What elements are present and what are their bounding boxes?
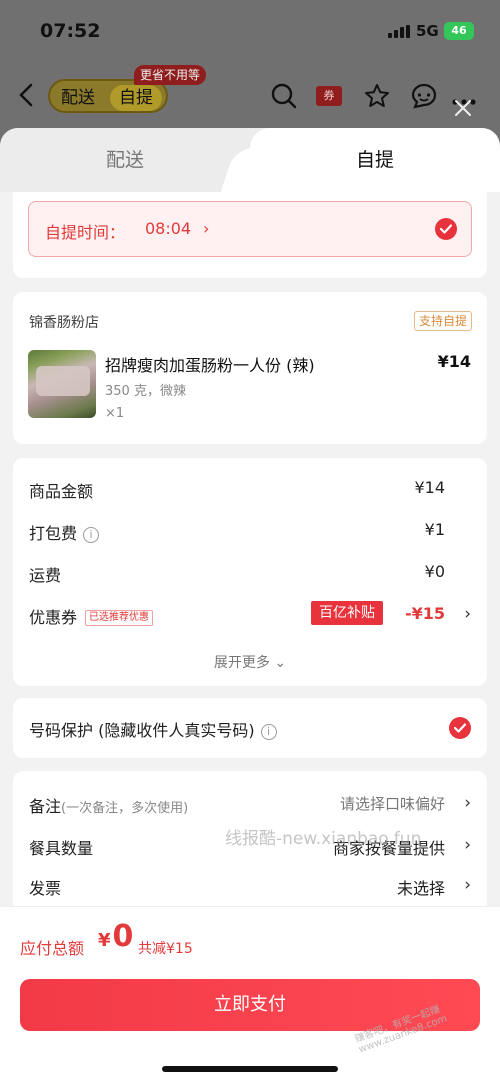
toggle-delivery[interactable]: 配送 [61,85,95,111]
chevron-right-icon: › [464,875,471,895]
total-amount: ¥0 [98,919,133,954]
currency-symbol: ¥ [98,930,111,951]
invoice-label: 发票 [29,879,62,898]
goods-amount-label: 商品金额 [29,482,94,501]
invoice-value: 未选择 [396,879,445,898]
packing-fee-value: ¥1 [424,520,445,539]
total-value: 0 [112,919,134,954]
note-value: 请选择口味偏好 [339,795,445,813]
chevron-right-icon: › [203,219,210,238]
check-icon[interactable] [449,717,471,739]
info-icon[interactable]: i [260,724,277,740]
close-icon[interactable] [454,99,472,117]
chevron-right-icon: › [464,793,471,813]
tab-pickup[interactable]: 自提 [250,128,500,192]
subsidy-badge: 百亿补贴 [311,601,383,625]
note-label: 备注 [29,797,62,816]
battery-icon: 46 [444,22,474,40]
home-indicator [162,1066,338,1072]
shipping-fee-label: 运费 [29,566,62,585]
invoice-row[interactable]: 发票 未选择 › [29,875,471,899]
check-icon [435,218,457,240]
mode-tabs: 配送 自提 [0,128,500,192]
coupon-icon[interactable]: 券 [316,86,342,106]
packing-fee-row: 打包费 i ¥1 [29,520,471,544]
save-tag: 更省不用等 [134,65,207,85]
star-icon[interactable] [363,82,391,110]
chat-icon[interactable] [410,82,438,110]
order-item-card: 锦香肠粉店 支持自提 招牌瘦肉加蛋肠粉一人份 (辣) 350 克，微辣 ×1 ¥… [13,292,487,444]
coupon-discount-value: -¥15 [404,604,445,623]
number-protection-label: 号码保护 (隐藏收件人真实号码) [29,721,255,740]
coupon-row[interactable]: 优惠券 已选推荐优惠 百亿补贴 -¥15 › [29,601,471,628]
payment-bar: 应付总额 ¥0 共减¥15 立即支付 [0,906,500,1083]
info-icon[interactable]: i [83,527,100,543]
goods-amount-row: 商品金额 ¥14 [29,478,471,502]
toggle-pickup[interactable]: 自提 [110,85,162,111]
chevron-right-icon: › [464,604,471,624]
status-bar: 07:52 5G 46 [0,0,500,62]
tab-delivery[interactable]: 配送 [0,128,250,192]
shipping-fee-row: 运费 ¥0 [29,562,471,586]
back-icon[interactable] [14,82,40,108]
item-price: ¥14 [437,352,471,371]
recommended-coupon-tag: 已选推荐优惠 [85,610,154,626]
item-quantity: ×1 [105,406,125,421]
number-protection-card[interactable]: 号码保护 (隐藏收件人真实号码) i [13,698,487,758]
signal-icon [388,25,410,38]
pickup-time-card: 自提时间： 08:04 › [13,192,487,278]
goods-amount-value: ¥14 [414,478,445,497]
fee-summary-card: 商品金额 ¥14 打包费 i ¥1 运费 ¥0 优惠券 已选推荐优惠 百亿补贴 -¥… [13,458,487,686]
pickup-support-badge: 支持自提 [413,311,472,331]
item-name: 招牌瘦肉加蛋肠粉一人份 (辣) [105,356,315,375]
network-label: 5G [416,22,439,40]
shop-name[interactable]: 锦香肠粉店 [29,312,99,332]
item-thumbnail [28,350,96,418]
pickup-time-label: 自提时间： [45,223,126,242]
note-row[interactable]: 备注(一次备注，多次使用) 请选择口味偏好 › [29,793,471,817]
watermark: 线报酷-new.xianbao.fun [225,829,422,849]
chevron-right-icon: › [464,835,471,855]
item-spec: 350 克，微辣 [105,384,186,399]
saved-amount: 共减¥15 [138,941,193,957]
expand-more-button[interactable]: 展开更多 ⌄ [13,652,487,672]
coupon-label: 优惠券 [29,608,78,627]
total-label: 应付总额 [20,939,85,958]
packing-fee-label: 打包费 [29,524,78,543]
search-icon[interactable] [270,82,298,110]
top-nav: 配送 自提 更省不用等 券 [0,62,500,130]
tableware-label: 餐具数量 [29,839,94,858]
note-hint: (一次备注，多次使用) [61,801,189,816]
pickup-time-value: 08:04 [145,219,192,238]
shipping-fee-value: ¥0 [424,562,445,581]
status-time: 07:52 [40,20,101,42]
pickup-time-selector[interactable]: 自提时间： 08:04 › [28,201,472,257]
